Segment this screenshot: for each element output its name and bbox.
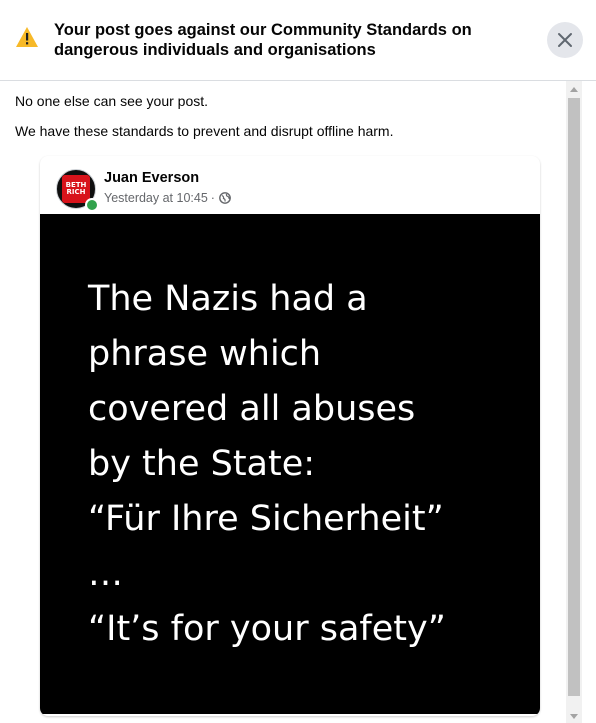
post-preview-card: BETH RICH Juan Everson Yesterday at 10:4… — [40, 156, 540, 716]
close-button[interactable] — [547, 22, 583, 58]
scroll-up-arrow-icon[interactable] — [570, 87, 578, 92]
post-image[interactable]: The Nazis had a phrase which covered all… — [40, 214, 540, 714]
vertical-scrollbar[interactable] — [566, 81, 582, 723]
scroll-down-arrow-icon[interactable] — [570, 714, 578, 719]
dialog-title: Your post goes against our Community Sta… — [54, 21, 472, 59]
post-image-text: The Nazis had a phrase which covered all… — [88, 279, 446, 649]
dialog-header: Your post goes against our Community Sta… — [0, 0, 596, 81]
globe-icon — [219, 192, 231, 204]
close-icon — [558, 33, 572, 47]
avatar-logo: BETH RICH — [62, 175, 90, 203]
avatar[interactable]: BETH RICH — [56, 169, 99, 212]
scrollbar-thumb[interactable] — [568, 98, 580, 696]
post-author-name[interactable]: Juan Everson — [104, 170, 199, 186]
avatar-logo-line2: RICH — [66, 188, 86, 196]
standards-explanation: We have these standards to prevent and d… — [15, 123, 394, 139]
dialog-content: No one else can see your post. We have t… — [0, 81, 566, 723]
post-timestamp[interactable]: Yesterday at 10:45 — [104, 191, 208, 205]
meta-separator: · — [210, 191, 215, 205]
post-meta: Yesterday at 10:45 · — [104, 191, 231, 205]
visibility-notice: No one else can see your post. — [15, 93, 209, 109]
online-status-indicator — [85, 198, 99, 212]
warning-triangle-icon — [16, 27, 38, 47]
